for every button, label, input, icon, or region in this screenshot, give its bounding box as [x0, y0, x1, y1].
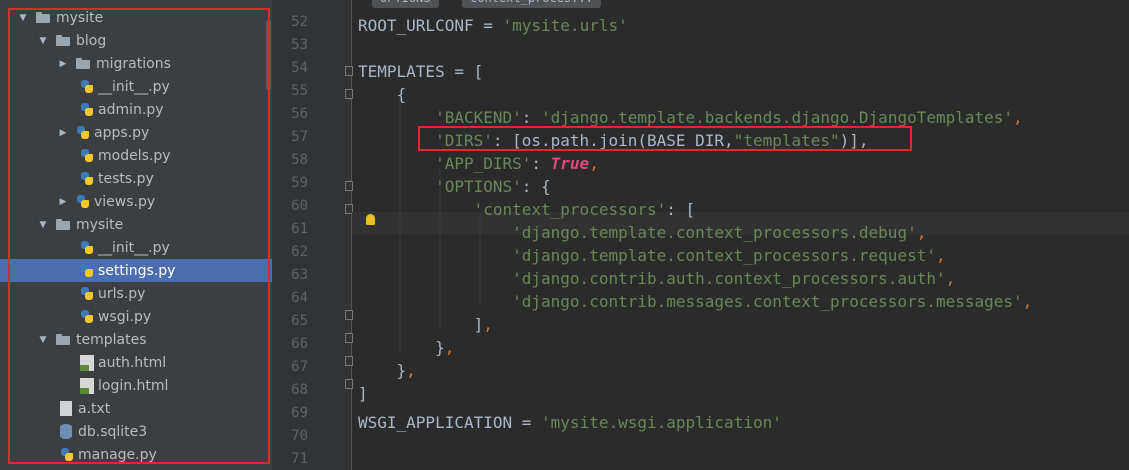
- operator: =: [512, 413, 542, 432]
- line-number: 70: [291, 428, 308, 444]
- punctuation: ,: [589, 154, 599, 173]
- code-line-65[interactable]: ],: [358, 313, 493, 336]
- fold-marker[interactable]: [345, 66, 353, 76]
- line-number: 64: [291, 290, 308, 306]
- string: 'context_processors': [358, 200, 667, 219]
- fold-marker[interactable]: [345, 310, 353, 320]
- line-number: 67: [291, 359, 308, 375]
- string: 'django.contrib.messages.context_process…: [358, 292, 1023, 311]
- code-line-62[interactable]: 'django.template.context_processors.requ…: [358, 244, 946, 267]
- code-line-67[interactable]: },: [358, 359, 416, 382]
- string: 'APP_DIRS': [358, 154, 532, 173]
- string: 'django.template.context_processors.requ…: [358, 246, 936, 265]
- line-number: 65: [291, 313, 308, 329]
- punctuation: ,: [1013, 108, 1023, 127]
- breadcrumb-context-processors[interactable]: context_proces...: [462, 0, 601, 8]
- fold-marker[interactable]: [345, 333, 353, 343]
- fold-marker[interactable]: [345, 379, 353, 389]
- punctuation: ,: [935, 246, 946, 265]
- punctuation: ,: [406, 361, 416, 380]
- line-number: 60: [291, 198, 308, 214]
- highlight-box-tree: [8, 8, 270, 464]
- code-line-54[interactable]: TEMPLATES = [: [358, 60, 483, 83]
- keyword: True: [550, 154, 590, 173]
- code-text: : {: [521, 177, 551, 196]
- code-line-55[interactable]: {: [358, 83, 407, 106]
- code-text: : [: [666, 200, 696, 219]
- code-line-59[interactable]: 'OPTIONS': {: [358, 175, 551, 198]
- code-line-70[interactable]: WSGI_APPLICATION = 'mysite.wsgi.applicat…: [358, 411, 782, 434]
- line-number: 54: [291, 60, 308, 76]
- fold-marker[interactable]: [345, 181, 353, 191]
- line-number: 55: [291, 83, 308, 99]
- code-line-61[interactable]: 'django.template.context_processors.debu…: [358, 221, 926, 244]
- punctuation: ,: [916, 223, 927, 242]
- string: 'mysite.wsgi.application': [541, 413, 782, 432]
- line-number: 57: [291, 129, 308, 145]
- identifier: WSGI_APPLICATION: [358, 413, 513, 432]
- line-number: 52: [291, 14, 308, 30]
- line-number: 66: [291, 336, 308, 352]
- code-text: }: [358, 361, 407, 380]
- line-number: 56: [291, 106, 308, 122]
- string: 'OPTIONS': [358, 177, 522, 196]
- breadcrumb-strip: OPTIONS context_proces...: [352, 0, 1129, 8]
- code-line-64[interactable]: 'django.contrib.messages.context_process…: [358, 290, 1032, 313]
- code-line-66[interactable]: },: [358, 336, 454, 359]
- string: 'mysite.urls': [502, 16, 628, 35]
- line-number: 71: [291, 451, 308, 467]
- code-text: ]: [358, 315, 484, 334]
- line-number: 53: [291, 37, 308, 53]
- line-number: 63: [291, 267, 308, 283]
- punctuation: ,: [1022, 292, 1033, 311]
- string: 'django.template.context_processors.debu…: [358, 223, 917, 242]
- line-number: 61: [291, 221, 308, 237]
- code-text: }: [358, 338, 445, 357]
- line-number: 62: [291, 244, 308, 260]
- identifier: ROOT_URLCONF: [358, 16, 474, 35]
- code-line-52[interactable]: ROOT_URLCONF = 'mysite.urls': [358, 14, 628, 37]
- punctuation: ,: [444, 338, 455, 357]
- code-line-68[interactable]: ]: [358, 382, 368, 405]
- line-number: 69: [291, 405, 308, 421]
- operator: =: [473, 16, 503, 35]
- breadcrumb-options[interactable]: OPTIONS: [372, 0, 439, 8]
- punctuation: ,: [483, 315, 493, 334]
- code-line-60[interactable]: 'context_processors': [: [358, 198, 696, 221]
- string: 'django.contrib.auth.context_processors.…: [358, 269, 946, 288]
- line-number: 68: [291, 382, 308, 398]
- line-number: 59: [291, 175, 308, 191]
- operator: :: [531, 154, 551, 173]
- string: 'django.template.backends.django.DjangoT…: [541, 108, 1014, 127]
- highlight-box-dirs: [418, 126, 912, 151]
- punctuation: ,: [945, 269, 956, 288]
- operator: :: [521, 108, 542, 127]
- string: 'BACKEND': [358, 108, 522, 127]
- fold-marker[interactable]: [345, 89, 353, 99]
- code-line-63[interactable]: 'django.contrib.auth.context_processors.…: [358, 267, 955, 290]
- line-number: 58: [291, 152, 308, 168]
- code-line-58[interactable]: 'APP_DIRS': True,: [358, 152, 599, 175]
- fold-marker[interactable]: [345, 356, 353, 366]
